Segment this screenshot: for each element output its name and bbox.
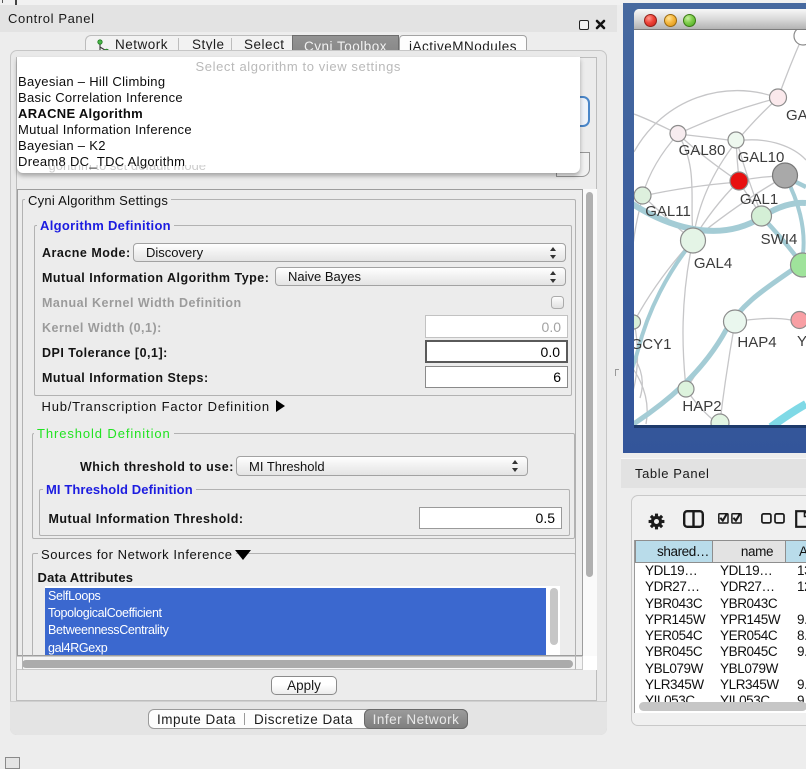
svg-text:HAP4: HAP4	[737, 334, 776, 351]
svg-text:Y: Y	[797, 333, 806, 350]
svg-text:GAL80: GAL80	[679, 142, 726, 159]
svg-text:GAL10: GAL10	[738, 149, 785, 166]
svg-text:GAL7: GAL7	[786, 107, 806, 124]
svg-text:GAL4: GAL4	[694, 255, 732, 272]
svg-text:SWI4: SWI4	[761, 231, 798, 248]
svg-text:GCY1: GCY1	[634, 336, 671, 353]
svg-text:HAP2: HAP2	[682, 398, 721, 415]
svg-text:GAL11: GAL11	[645, 203, 691, 220]
svg-text:GAL1: GAL1	[740, 191, 778, 208]
